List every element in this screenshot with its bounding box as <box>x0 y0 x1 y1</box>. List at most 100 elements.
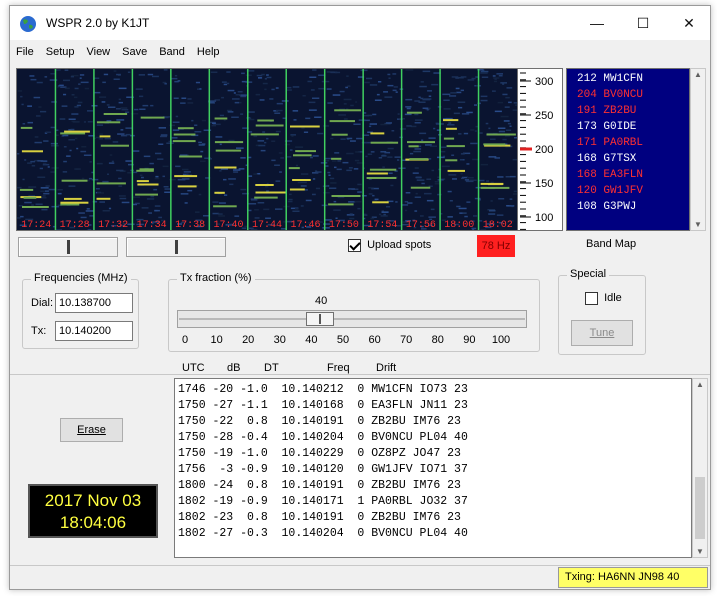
waterfall-time-label: 17:28 <box>60 220 90 230</box>
waterfall-time-label: 17:44 <box>252 220 282 230</box>
tx-fraction-tick: 60 <box>368 334 381 346</box>
tx-fraction-tick: 10 <box>210 334 223 346</box>
window-title: WSPR 2.0 by K1JT <box>46 16 150 30</box>
upload-spots-control[interactable]: Upload spots <box>348 239 431 252</box>
divider <box>10 374 710 375</box>
band-map-scrollbar[interactable]: ▲ ▼ <box>690 68 706 231</box>
tune-button[interactable]: Tune <box>571 320 633 346</box>
menu-save[interactable]: Save <box>116 46 153 58</box>
scale-tick-label: 200 <box>535 144 553 156</box>
decode-row: 1802 -27 -0.3 10.140204 0 BV0NCU PL04 40 <box>178 527 468 540</box>
menu-help[interactable]: Help <box>191 46 226 58</box>
waterfall-time-label: 17:32 <box>98 220 128 230</box>
header-utc: UTC <box>182 362 205 374</box>
scroll-up-icon[interactable]: ▲ <box>691 70 705 79</box>
menu-bar: File Setup View Save Band Help <box>10 40 710 64</box>
tx-fraction-slider[interactable] <box>177 310 527 328</box>
waterfall-time-label: 17:56 <box>406 220 436 230</box>
drift-indicator: 78 Hz <box>477 235 515 257</box>
frequencies-legend: Frequencies (MHz) <box>31 272 131 284</box>
tx-fraction-group: Tx fraction (%) 40 0 10 20 30 40 50 60 70 80 90 10… <box>168 272 540 352</box>
tx-frequency-input[interactable]: 10.140200 <box>55 321 133 341</box>
contrast-thumb[interactable] <box>175 240 178 254</box>
globe-icon <box>20 16 36 32</box>
waterfall-time-label: 17:40 <box>214 220 244 230</box>
band-map-row: 173 G0IDE <box>577 121 637 133</box>
scale-tick-label: 100 <box>535 212 553 224</box>
maximize-button[interactable]: ☐ <box>620 6 666 40</box>
tx-fraction-tick: 40 <box>305 334 318 346</box>
tx-fraction-thumb[interactable] <box>306 312 334 326</box>
dial-frequency-input[interactable]: 10.138700 <box>55 293 133 313</box>
decodes-textarea[interactable]: 1746 -20 -1.0 10.140212 0 MW1CFN IO73 23… <box>174 378 692 558</box>
menu-file[interactable]: File <box>10 46 40 58</box>
idle-control[interactable]: Idle <box>585 292 622 305</box>
menu-view[interactable]: View <box>80 46 116 58</box>
decode-row: 1746 -20 -1.0 10.140212 0 MW1CFN IO73 23 <box>178 383 468 396</box>
band-map-calls: 212 MW1CFN 204 BV0NCU 191 ZB2BU 173 G0IDE 17… <box>566 68 690 231</box>
contrast-slider[interactable] <box>126 237 226 257</box>
waterfall-time-label: 17:38 <box>175 220 205 230</box>
menu-band[interactable]: Band <box>153 46 191 58</box>
brightness-slider[interactable] <box>18 237 118 257</box>
band-map-row: 212 MW1CFN <box>577 73 644 85</box>
waterfall-time-label: 17:34 <box>137 220 167 230</box>
minimize-button[interactable]: — <box>574 6 620 40</box>
header-db: dB <box>227 362 241 374</box>
dial-label: Dial: <box>31 297 54 309</box>
band-map-row: 108 G3PWJ <box>577 201 637 213</box>
scroll-up-icon[interactable]: ▲ <box>693 380 707 389</box>
clock-display: 2017 Nov 03 18:04:06 <box>28 484 158 538</box>
decodes-scrollbar[interactable]: ▲ ▼ <box>692 378 708 558</box>
header-dt: DT <box>264 362 279 374</box>
scroll-thumb[interactable] <box>695 477 705 539</box>
decode-row: 1750 -27 -1.1 10.140168 0 EA3FLN JN11 23 <box>178 399 468 412</box>
clock-time: 18:04:06 <box>59 513 127 532</box>
decode-row: 1802 -19 -0.9 10.140171 1 PA0RBL JO32 37 <box>178 495 468 508</box>
band-map-row: 168 EA3FLN <box>577 169 644 181</box>
decode-row: 1802 -23 0.8 10.140191 0 ZB2BU IM76 23 <box>178 511 461 524</box>
tx-fraction-tick: 100 <box>491 334 511 346</box>
header-drift: Drift <box>376 362 397 374</box>
frequency-scale: 300 250 200 150 100 <box>518 68 563 231</box>
scroll-down-icon[interactable]: ▼ <box>691 220 705 229</box>
tx-fraction-tick: 30 <box>273 334 286 346</box>
upload-spots-checkbox[interactable] <box>348 239 361 252</box>
waterfall-display[interactable]: 17:24 17:28 17:32 17:34 17:38 17:40 17:44 17:46… <box>16 68 518 231</box>
tx-frequency-marker <box>520 147 532 151</box>
waterfall-time-label: 18:02 <box>483 220 513 230</box>
band-map-row: 168 G7TSX <box>577 153 637 165</box>
idle-label: Idle <box>604 292 622 305</box>
scale-tick-label: 250 <box>535 110 553 122</box>
waterfall-time-label: 17:54 <box>367 220 397 230</box>
title-bar: WSPR 2.0 by K1JT — ☐ ✕ <box>10 6 710 40</box>
tx-fraction-tick: 70 <box>400 334 413 346</box>
waterfall-time-label: 17:50 <box>329 220 359 230</box>
band-map-label: Band Map <box>586 238 637 250</box>
tx-fraction-legend: Tx fraction (%) <box>177 272 255 284</box>
scale-tick-label: 300 <box>535 76 553 88</box>
special-legend: Special <box>567 268 610 280</box>
tx-fraction-value: 40 <box>315 295 328 307</box>
tx-fraction-tick: 50 <box>336 334 350 346</box>
main-window: WSPR 2.0 by K1JT — ☐ ✕ File Setup View S… <box>9 5 711 590</box>
idle-checkbox[interactable] <box>585 292 598 305</box>
tx-fraction-track <box>179 318 525 320</box>
erase-button[interactable]: Erase <box>60 418 123 442</box>
band-map-row: 120 GW1JFV <box>577 185 644 197</box>
frequencies-group: Frequencies (MHz) Dial: 10.138700 Tx: 10… <box>22 272 139 349</box>
brightness-thumb[interactable] <box>67 240 70 254</box>
decode-row: 1800 -24 0.8 10.140191 0 ZB2BU IM76 23 <box>178 479 461 492</box>
decode-row: 1750 -22 0.8 10.140191 0 ZB2BU IM76 23 <box>178 415 461 428</box>
special-group: Special Idle Tune <box>558 268 646 355</box>
clock-date: 2017 Nov 03 <box>44 491 142 510</box>
close-button[interactable]: ✕ <box>666 6 712 40</box>
band-map-row: 204 BV0NCU <box>577 89 644 101</box>
waterfall-canvas: 17:24 17:28 17:32 17:34 17:38 17:40 17:44 17:46… <box>17 69 517 230</box>
scroll-down-icon[interactable]: ▼ <box>693 547 707 556</box>
tx-fraction-tick: 20 <box>242 334 255 346</box>
tx-label: Tx: <box>31 325 47 337</box>
decode-row: 1750 -28 -0.4 10.140204 0 BV0NCU PL04 40 <box>178 431 468 444</box>
txing-status: Txing: HA6NN JN98 40 <box>558 567 708 588</box>
menu-setup[interactable]: Setup <box>40 46 81 58</box>
